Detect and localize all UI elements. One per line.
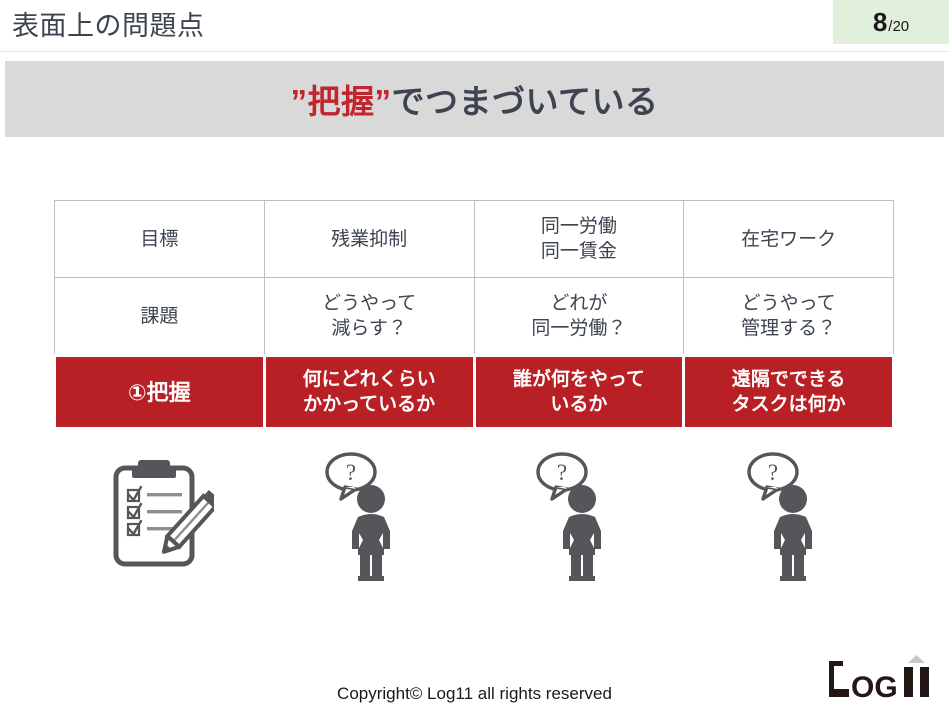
cell-goal-remotework: 在宅ワーク	[683, 200, 894, 278]
icon-slot-2: ?	[264, 448, 474, 588]
cell-line: どうやって	[741, 293, 836, 314]
page-number-total: /20	[888, 18, 910, 35]
subtitle-quote-close: ”	[374, 83, 392, 120]
cell-line: 同一労働？	[531, 318, 627, 339]
cell-line: 管理する？	[741, 318, 837, 339]
cell-issue-overtime: どうやって 減らす？	[263, 277, 475, 356]
icon-slot-3: ?	[475, 448, 685, 588]
cell-grasp-overtime: 何にどれくらい かかっているか	[262, 354, 476, 430]
svg-text:?: ?	[557, 460, 567, 485]
header-divider	[0, 51, 949, 52]
cell-line: 遠隔でできる	[731, 369, 846, 390]
clipboard-checklist-icon	[102, 454, 221, 583]
slide-header: 表面上の問題点 8/20	[0, 0, 949, 52]
copyright-text: Copyright© Log11 all rights reserved	[337, 684, 612, 703]
cell-line: タスクは何か	[731, 394, 846, 415]
cell-goal-equalpay: 同一労働 同一賃金	[473, 200, 685, 278]
icon-slot-4: ?	[686, 448, 896, 588]
cell-issue-equalpay: どれが 同一労働？	[473, 277, 685, 356]
subtitle-text: ”把握”でつまづいている	[290, 75, 658, 123]
subtitle-quote-open: ”	[290, 83, 308, 120]
table-row-grasp: ①把握 何にどれくらい かかっているか 誰が何をやって いるか 遠隔でできる タ…	[53, 354, 895, 430]
cell-line: 残業抑制	[331, 228, 408, 250]
svg-text:?: ?	[768, 460, 778, 485]
cell-line: 減らす？	[331, 318, 407, 339]
person-question-icon: ?	[736, 449, 846, 588]
subtitle-banner: ”把握”でつまづいている	[5, 61, 944, 137]
person-question-icon: ?	[525, 449, 635, 588]
person-question-icon: ?	[314, 449, 424, 588]
icon-slot-1	[53, 448, 263, 588]
cell-line: 在宅ワーク	[741, 228, 837, 250]
table-row-issue: 課題 どうやって 減らす？ どれが 同一労働？ どうやって 管理する？	[54, 277, 894, 356]
log11-logo: OG	[825, 655, 937, 704]
row-label-goal: 目標	[54, 200, 265, 278]
page-number-badge: 8/20	[833, 0, 949, 44]
page-number-current: 8	[872, 7, 888, 37]
svg-text:OG: OG	[851, 671, 898, 703]
cell-line: どうやって	[322, 293, 417, 314]
cell-grasp-remotework: 遠隔でできる タスクは何か	[682, 354, 895, 430]
cell-line: 誰が何をやって	[512, 369, 645, 390]
cell-line: 同一労働	[540, 216, 617, 237]
cell-line: いるか	[550, 394, 608, 415]
subtitle-highlight: 把握	[307, 83, 375, 120]
cell-grasp-equalpay: 誰が何をやって いるか	[472, 354, 686, 430]
row-label-grasp: ①把握	[53, 354, 266, 430]
cell-line: どれが	[550, 293, 608, 314]
table-row-goal: 目標 残業抑制 同一労働 同一賃金 在宅ワーク	[54, 200, 894, 278]
cell-line: 何にどれくらい	[302, 369, 436, 390]
cell-line: かかっているか	[303, 394, 436, 415]
cell-issue-remotework: どうやって 管理する？	[683, 277, 894, 356]
svg-text:?: ?	[346, 460, 356, 485]
comparison-table: 目標 残業抑制 同一労働 同一賃金 在宅ワーク 課題 どうやって 減らす？ どれ…	[53, 200, 895, 430]
cell-line: 同一賃金	[540, 241, 617, 262]
page-title: 表面上の問題点	[12, 11, 205, 41]
icon-row: ? ? ?	[53, 448, 895, 588]
row-label-issue: 課題	[54, 277, 265, 356]
cell-goal-overtime: 残業抑制	[263, 200, 475, 278]
subtitle-rest: でつまづいている	[391, 83, 659, 120]
